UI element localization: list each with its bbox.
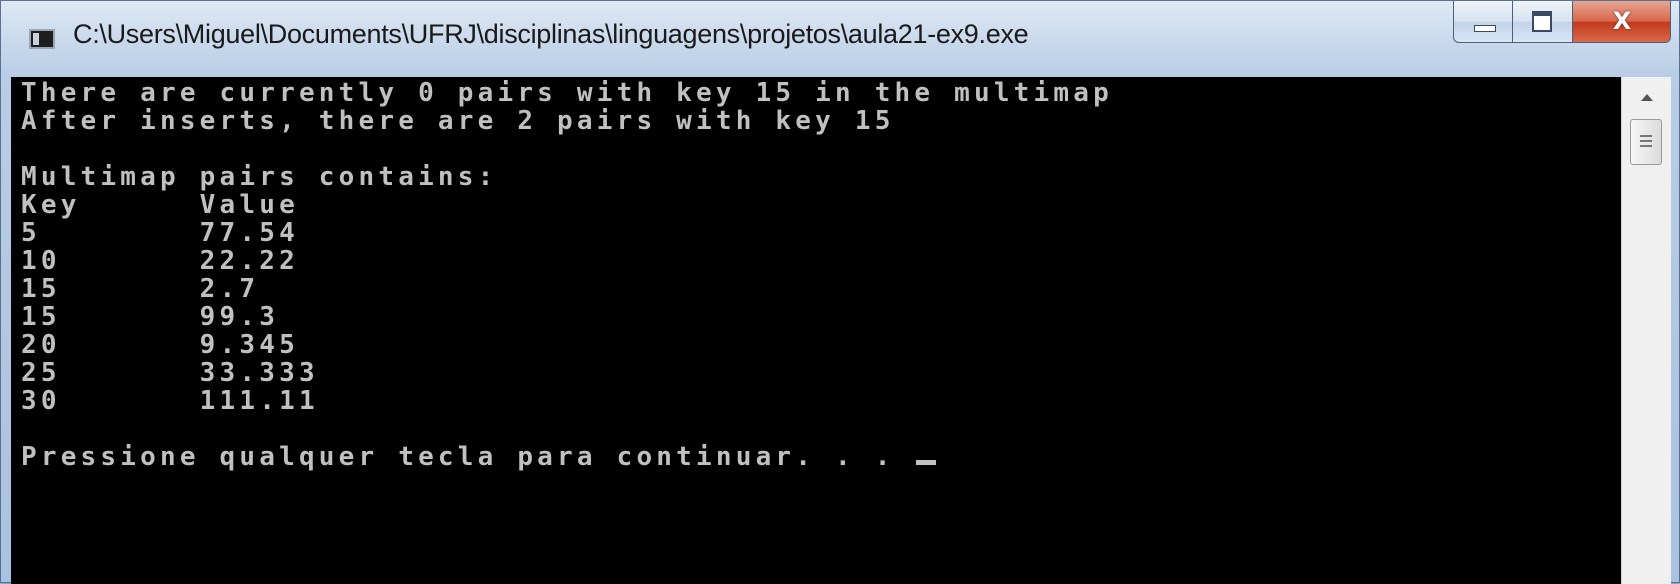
console-window: C:\Users\Miguel\Documents\UFRJ\disciplin…: [0, 0, 1680, 584]
console-line: 5 77.54: [21, 218, 299, 248]
console-line: There are currently 0 pairs with key 15 …: [21, 78, 1113, 108]
console-line: After inserts, there are 2 pairs with ke…: [21, 106, 895, 136]
console-app-icon[interactable]: [29, 29, 55, 49]
maximize-button[interactable]: [1513, 1, 1573, 43]
scroll-up-button[interactable]: [1622, 77, 1671, 117]
console-line: Multimap pairs contains:: [21, 162, 498, 192]
console-text: There are currently 0 pairs with key 15 …: [21, 79, 1113, 471]
console-line: 15 99.3: [21, 302, 280, 332]
console-line: 20 9.345: [21, 330, 299, 360]
text-cursor: [916, 460, 937, 465]
title-bar[interactable]: C:\Users\Miguel\Documents\UFRJ\disciplin…: [1, 1, 1680, 77]
grip-line: [1640, 135, 1652, 137]
console-line: 10 22.22: [21, 246, 299, 276]
minimize-icon: [1474, 25, 1496, 32]
close-icon: X: [1612, 7, 1632, 35]
console-output[interactable]: There are currently 0 pairs with key 15 …: [11, 77, 1619, 584]
console-line: Key Value: [21, 190, 299, 220]
close-button[interactable]: X: [1573, 1, 1671, 43]
console-line: 30 111.11: [21, 386, 319, 416]
console-frame: There are currently 0 pairs with key 15 …: [11, 77, 1671, 584]
vertical-scrollbar[interactable]: [1621, 77, 1671, 584]
maximize-icon: [1532, 11, 1552, 32]
console-line: 25 33.333: [21, 358, 319, 388]
console-line: Pressione qualquer tecla para continuar.…: [21, 442, 915, 472]
scroll-thumb[interactable]: [1630, 119, 1662, 165]
window-title: C:\Users\Miguel\Documents\UFRJ\disciplin…: [73, 19, 1029, 49]
grip-line: [1640, 145, 1652, 147]
minimize-button[interactable]: [1453, 1, 1513, 43]
grip-line: [1640, 140, 1652, 142]
console-line: 15 2.7: [21, 274, 260, 304]
caption-buttons: X: [1453, 1, 1671, 45]
